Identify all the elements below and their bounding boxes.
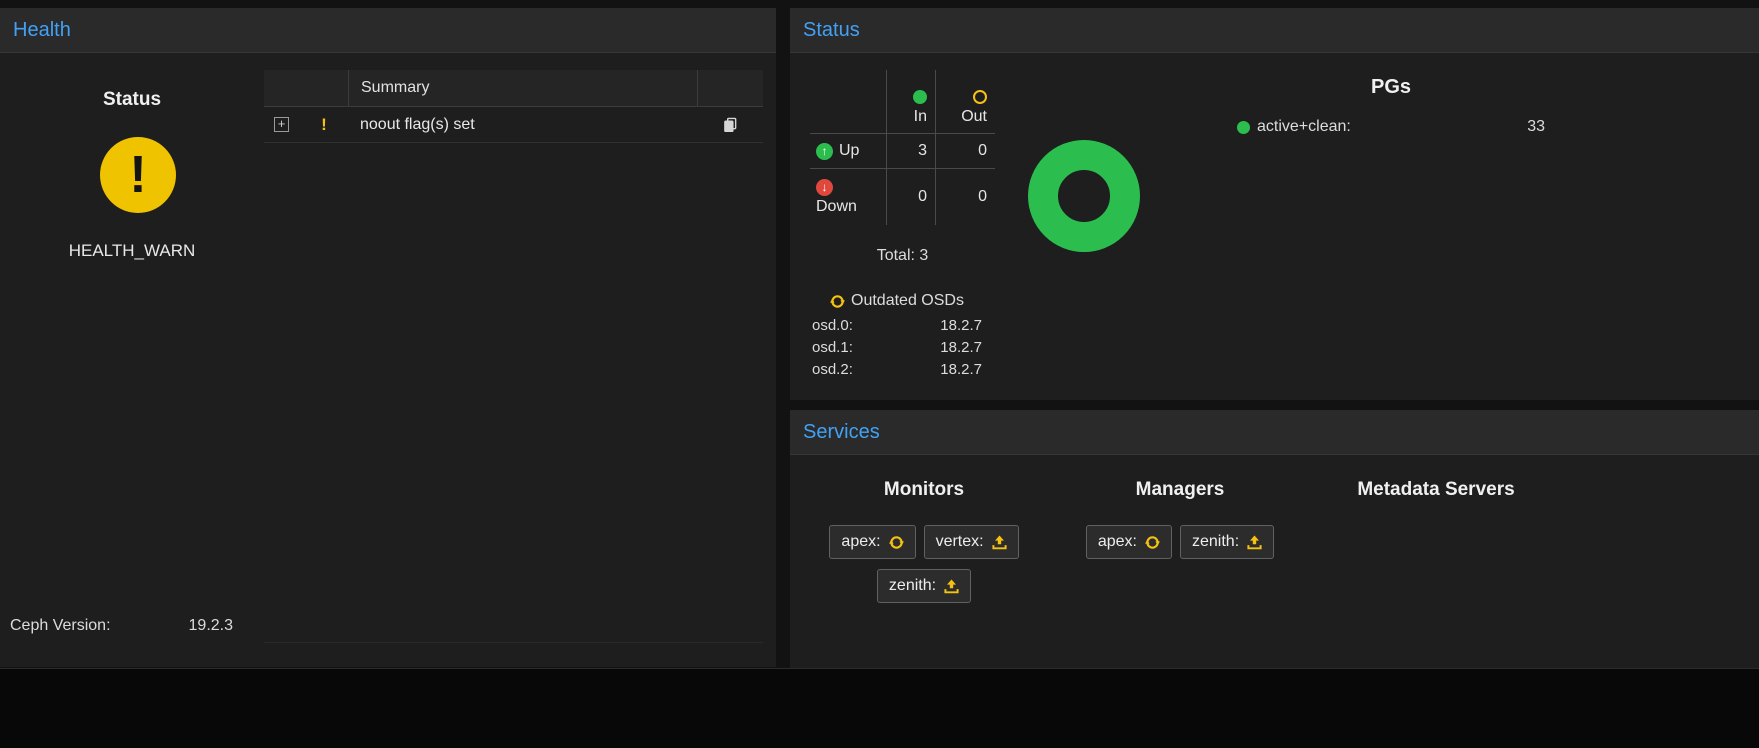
action-column-header — [697, 70, 763, 106]
managers-items: apex: zenith: — [1086, 525, 1274, 559]
legend-label: active+clean: — [1257, 118, 1351, 136]
ceph-version-value: 19.2.3 — [189, 617, 233, 635]
in-dot-icon — [913, 90, 927, 104]
manager-name: zenith: — [1192, 533, 1239, 551]
metadata-servers-column: Metadata Servers — [1308, 455, 1564, 668]
refresh-icon — [830, 294, 845, 309]
monitor-name: apex: — [841, 533, 880, 551]
outdated-osds: Outdated OSDs osd.0: 18.2.7 osd.1: 18.2.… — [812, 292, 982, 381]
summary-cell: noout flag(s) set — [348, 116, 697, 134]
table-row[interactable]: + ! noout flag(s) set — [264, 107, 763, 143]
status-panel: Status In Out ↑ Up 3 0 — [790, 8, 1759, 400]
health-panel-header: Health — [0, 8, 776, 53]
summary-table-header: Summary — [264, 70, 763, 107]
health-status-column: Status ! HEALTH_WARN Ceph Version: 19.2.… — [0, 53, 264, 667]
bottom-log-area — [0, 668, 1759, 748]
upload-icon — [1247, 535, 1262, 550]
monitors-column: Monitors apex: vertex: zenith: — [796, 455, 1052, 668]
list-item: osd.2: 18.2.7 — [812, 359, 982, 381]
monitors-heading: Monitors — [884, 479, 964, 501]
up-arrow-icon: ↑ — [816, 143, 833, 160]
health-panel-title: Health — [13, 19, 71, 41]
health-warning-icon: ! — [100, 137, 176, 213]
services-panel-body: Monitors apex: vertex: zenith: — [790, 455, 1759, 668]
copy-icon[interactable] — [723, 117, 738, 132]
ceph-version-label: Ceph Version: — [10, 617, 111, 635]
osd-up-out-value: 0 — [935, 133, 995, 168]
status-panel-title: Status — [803, 19, 860, 41]
manager-zenith-button[interactable]: zenith: — [1180, 525, 1274, 559]
expand-icon[interactable]: + — [274, 117, 289, 132]
osd-version: 18.2.7 — [940, 359, 982, 381]
osd-row-up: ↑ Up — [810, 133, 886, 168]
status-panel-body: In Out ↑ Up 3 0 ↓ Down 0 0 Tot — [790, 53, 1759, 400]
out-ring-icon — [973, 90, 987, 104]
monitor-name: zenith: — [889, 577, 936, 595]
managers-column: Managers apex: zenith: — [1052, 455, 1308, 668]
osd-name: osd.0: — [812, 315, 853, 337]
health-state-text: HEALTH_WARN — [0, 241, 264, 261]
osd-up-in-value: 3 — [886, 133, 935, 168]
monitors-items: apex: vertex: zenith: — [816, 525, 1032, 603]
manager-name: apex: — [1098, 533, 1137, 551]
pgs-legend-row: active+clean: 33 — [1237, 118, 1545, 136]
summary-column-header: Summary — [348, 70, 697, 106]
services-panel: Services Monitors apex: vertex: — [790, 410, 1759, 668]
status-panel-header: Status — [790, 8, 1759, 53]
osd-down-out-value: 0 — [935, 168, 995, 225]
osd-row-down: ↓ Down — [810, 168, 886, 225]
osd-col-in: In — [886, 70, 935, 133]
services-panel-header: Services — [790, 410, 1759, 455]
refresh-icon — [889, 535, 904, 550]
ceph-dashboard: Health Status ! HEALTH_WARN Ceph Version… — [0, 0, 1759, 748]
monitor-vertex-button[interactable]: vertex: — [924, 525, 1019, 559]
upload-icon — [992, 535, 1007, 550]
legend-dot-icon — [1237, 121, 1250, 134]
metadata-servers-heading: Metadata Servers — [1357, 479, 1514, 501]
ceph-version-row: Ceph Version: 19.2.3 — [10, 617, 233, 635]
up-label: Up — [839, 142, 859, 160]
osd-table-corner — [810, 70, 886, 133]
osd-name: osd.1: — [812, 337, 853, 359]
manager-apex-button[interactable]: apex: — [1086, 525, 1172, 559]
upload-icon — [944, 579, 959, 594]
pgs-block: PGs active+clean: 33 — [1237, 76, 1545, 136]
monitor-name: vertex: — [936, 533, 984, 551]
down-label: Down — [816, 198, 857, 216]
list-item: osd.1: 18.2.7 — [812, 337, 982, 359]
services-panel-title: Services — [803, 421, 880, 443]
osd-down-in-value: 0 — [886, 168, 935, 225]
osd-in-out-table: In Out ↑ Up 3 0 ↓ Down 0 0 — [810, 70, 995, 225]
osd-col-out: Out — [935, 70, 995, 133]
pgs-donut-chart — [1028, 140, 1140, 252]
list-item: osd.0: 18.2.7 — [812, 315, 982, 337]
services-columns: Monitors apex: vertex: zenith: — [796, 455, 1564, 668]
refresh-icon — [1145, 535, 1160, 550]
monitor-zenith-button[interactable]: zenith: — [877, 569, 971, 603]
in-label: In — [914, 108, 927, 126]
health-panel: Health Status ! HEALTH_WARN Ceph Version… — [0, 8, 776, 667]
expand-column-header — [264, 70, 300, 106]
osd-version: 18.2.7 — [940, 315, 982, 337]
expand-cell: + — [264, 117, 300, 132]
outdated-osds-label: Outdated OSDs — [851, 292, 964, 310]
health-panel-body: Status ! HEALTH_WARN Ceph Version: 19.2.… — [0, 53, 776, 667]
severity-column-header — [300, 70, 348, 106]
osd-total: Total: 3 — [810, 247, 995, 265]
health-summary-table: Summary + ! noout flag(s) set — [264, 70, 763, 643]
legend-value: 33 — [1527, 118, 1545, 136]
down-arrow-icon: ↓ — [816, 179, 833, 196]
monitor-apex-button[interactable]: apex: — [829, 525, 915, 559]
out-label: Out — [961, 108, 987, 126]
warning-severity-icon: ! — [300, 115, 348, 135]
osd-name: osd.2: — [812, 359, 853, 381]
health-status-heading: Status — [0, 89, 264, 111]
action-cell — [697, 117, 763, 132]
managers-heading: Managers — [1136, 479, 1225, 501]
outdated-osds-header: Outdated OSDs — [812, 292, 982, 310]
osd-version: 18.2.7 — [940, 337, 982, 359]
pgs-title: PGs — [1237, 76, 1545, 99]
